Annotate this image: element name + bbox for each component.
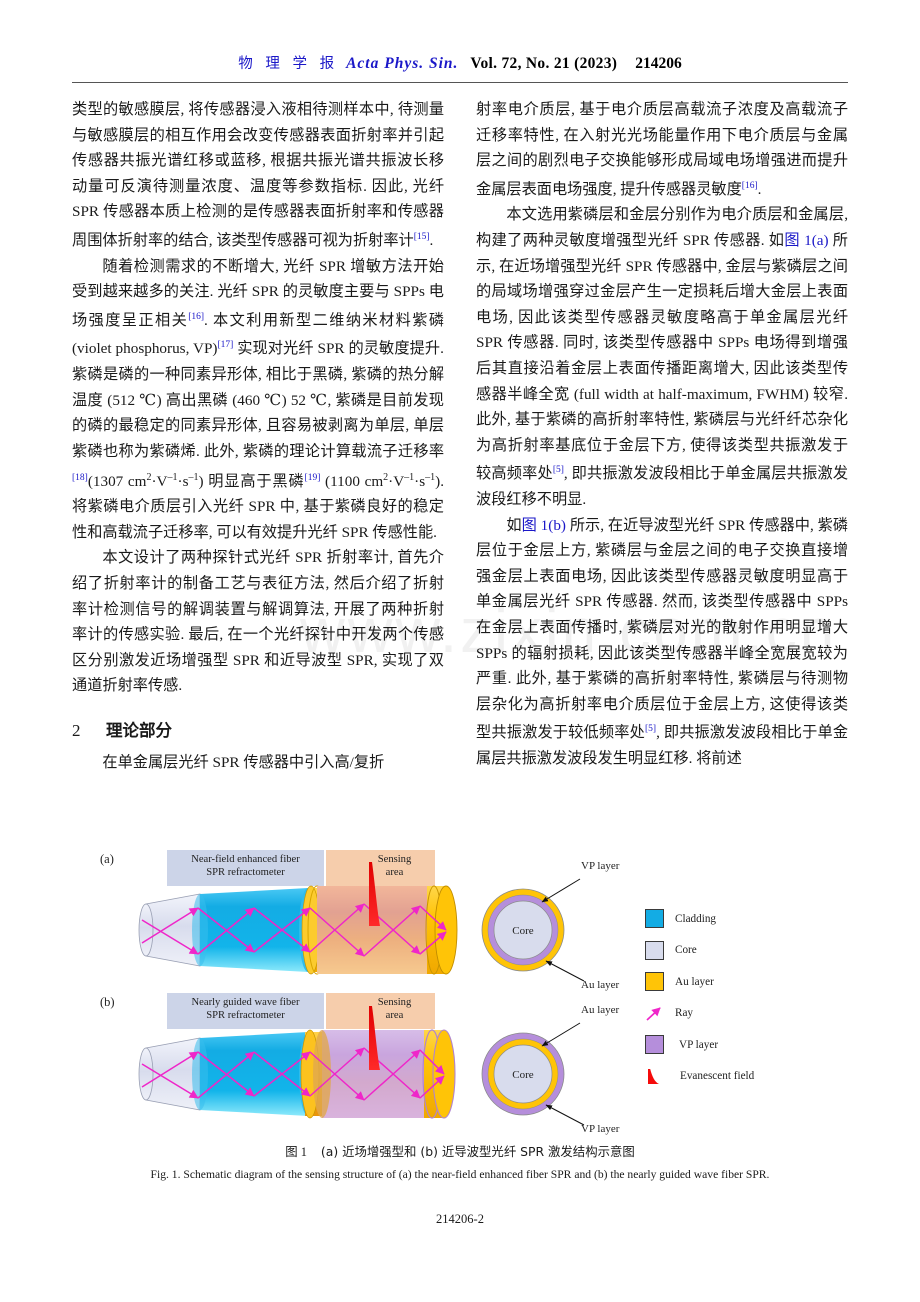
panel-a-schematic	[138, 862, 458, 975]
panel-b-outer-label: Au layer	[581, 1004, 620, 1016]
paragraph-continuation: 类型的敏感膜层, 将传感器浸入液相待测样本中, 待测量与敏感膜层的相互作用会改变…	[72, 97, 444, 254]
figure-caption-cn: 图 1 (a) 近场增强型和 (b) 近导波型光纤 SPR 激发结构示意图	[72, 1142, 848, 1160]
panel-b-cross-section: Core	[481, 1022, 585, 1126]
right-column: 射率电介质层, 基于电介质层高载流子浓度及高载流子迁移率特性, 在入射光光场能量…	[476, 97, 848, 772]
paragraph-continuation: 射率电介质层, 基于电介质层高载流子浓度及高载流子迁移率特性, 在入射光光场能量…	[476, 97, 848, 202]
unit-value: (1100 cm	[320, 472, 384, 490]
paragraph-theory-intro: 在单金属层光纤 SPR 传感器中引入高/复折	[102, 753, 385, 771]
citation-ref[interactable]: [17]	[217, 340, 233, 350]
unit-exponent: –1	[425, 471, 436, 483]
citation-ref[interactable]: [15]	[414, 232, 430, 242]
panel-b-core-label: Core	[512, 1069, 534, 1081]
para-text: 射率电介质层, 基于电介质层高载流子浓度及高载流子迁移率特性, 在入射光光场能量…	[476, 101, 848, 198]
figure-caption-cn-text: (a) 近场增强型和 (b) 近导波型光纤 SPR 激发结构示意图	[320, 1144, 635, 1159]
unit-mid: ·V	[151, 472, 168, 490]
figure-number-cn: 图 1	[285, 1145, 307, 1159]
legend-item-core: Core	[645, 935, 845, 967]
para-text: 所示, 在近导波型光纤 SPR 传感器中, 紫磷层位于金层上方, 紫磷层与金层之…	[476, 516, 849, 742]
au-layer-swatch-icon	[645, 972, 664, 992]
panel-a-inner-label: Au layer	[581, 979, 620, 991]
panel-b-schematic	[138, 1006, 456, 1119]
legend-label: Au layer	[675, 975, 714, 988]
panel-b-inner-label: VP layer	[581, 1123, 620, 1135]
paragraph-sensitivity: 随着检测需求的不断增大, 光纤 SPR 增敏方法开始受到越来越多的关注. 光纤 …	[72, 254, 444, 546]
journal-title-cn: 物 理 学 报	[238, 56, 339, 72]
para-text: 实现对光纤 SPR 的灵敏度提升. 紫磷是磷的一种同素异形体, 相比于黑磷, 紫…	[72, 340, 444, 460]
para-text: 类型的敏感膜层, 将传感器浸入液相待测样本中, 待测量与敏感膜层的相互作用会改变…	[72, 101, 445, 250]
para-text-end: .	[429, 232, 434, 250]
panel-a-outer-label: VP layer	[581, 860, 620, 872]
panel-a-cross-section: Core	[481, 878, 585, 982]
figure-crossref-1a[interactable]: 图 1(a)	[784, 232, 828, 249]
article-id: 214206	[635, 55, 682, 72]
running-head: 物 理 学 报 Acta Phys. Sin. Vol. 72, No. 21 (2…	[72, 52, 848, 73]
citation-ref[interactable]: [5]	[645, 724, 656, 734]
legend-item-cladding: Cladding	[645, 903, 845, 935]
citation-ref[interactable]: [16]	[188, 312, 204, 322]
figure-legend: Cladding Core Au layer Ray VP layer Evan…	[645, 903, 845, 1092]
figure-caption-en: Fig. 1. Schematic diagram of the sensing…	[150, 1168, 770, 1181]
citation-ref[interactable]: [19]	[305, 473, 321, 483]
legend-label: Ray	[675, 1007, 694, 1020]
legend-item-evanescent-field: Evanescent field	[645, 1061, 845, 1093]
core-swatch-icon	[645, 940, 664, 960]
citation-ref[interactable]: [5]	[553, 465, 564, 475]
citation-ref[interactable]: [16]	[742, 181, 758, 191]
left-column: 类型的敏感膜层, 将传感器浸入液相待测样本中, 待测量与敏感膜层的相互作用会改变…	[72, 97, 444, 775]
para-text: 如	[506, 516, 522, 534]
journal-title-en: Acta Phys. Sin.	[346, 55, 459, 72]
unit-exponent: –1	[404, 471, 415, 483]
unit-mid: ·s	[177, 472, 189, 490]
cladding-swatch-icon	[645, 909, 664, 929]
legend-label: Cladding	[675, 912, 717, 925]
unit-mid: ·V	[388, 472, 405, 490]
legend-label: VP layer	[679, 1038, 719, 1051]
para-text: ) 明显高于黑磷	[198, 472, 305, 490]
legend-item-ray: Ray	[645, 998, 845, 1030]
unit-value: (1307 cm	[87, 472, 147, 490]
para-text: 所示, 在近场增强型光纤 SPR 传感器中, 金层与紫磷层之间的局域场增强穿过金…	[476, 232, 848, 483]
header-rule	[72, 82, 848, 83]
section-heading-theory: 2 理论部分	[72, 718, 444, 744]
paragraph-overview: 本文设计了两种探针式光纤 SPR 折射率计, 首先介绍了折射率计的制备工艺与表征…	[72, 549, 444, 695]
paragraph-guided-wave: 如图 1(b) 所示, 在近导波型光纤 SPR 传感器中, 紫磷层位于金层上方,…	[476, 513, 848, 772]
unit-exponent: –1	[188, 471, 199, 483]
journal-page: www.zixin.com.cn 物 理 学 报 Acta Phys. Sin. V…	[0, 0, 920, 1302]
ray-arrow-icon	[645, 1004, 664, 1023]
paragraph-near-field: 本文选用紫磷层和金层分别作为电介质层和金属层, 构建了两种灵敏度增强型光纤 SP…	[476, 202, 848, 512]
volume-issue-year: Vol. 72, No. 21 (2023)	[470, 55, 618, 72]
unit-exponent: –1	[167, 471, 178, 483]
section-title: 理论部分	[106, 720, 172, 740]
evanescent-spike-icon	[645, 1067, 664, 1086]
unit-mid: ·s	[414, 472, 426, 490]
legend-label: Core	[675, 944, 697, 957]
para-text-end: .	[757, 180, 762, 198]
legend-label: Evanescent field	[680, 1070, 755, 1083]
page-folio: 214206-2	[436, 1212, 484, 1226]
legend-item-au-layer: Au layer	[645, 966, 845, 998]
citation-ref[interactable]: [18]	[72, 473, 88, 483]
figure-crossref-1b[interactable]: 图 1(b)	[522, 517, 566, 534]
panel-a-core-label: Core	[512, 925, 534, 937]
vp-layer-swatch-icon	[645, 1035, 664, 1055]
legend-item-vp-layer: VP layer	[645, 1029, 845, 1061]
section-number: 2	[72, 720, 81, 740]
